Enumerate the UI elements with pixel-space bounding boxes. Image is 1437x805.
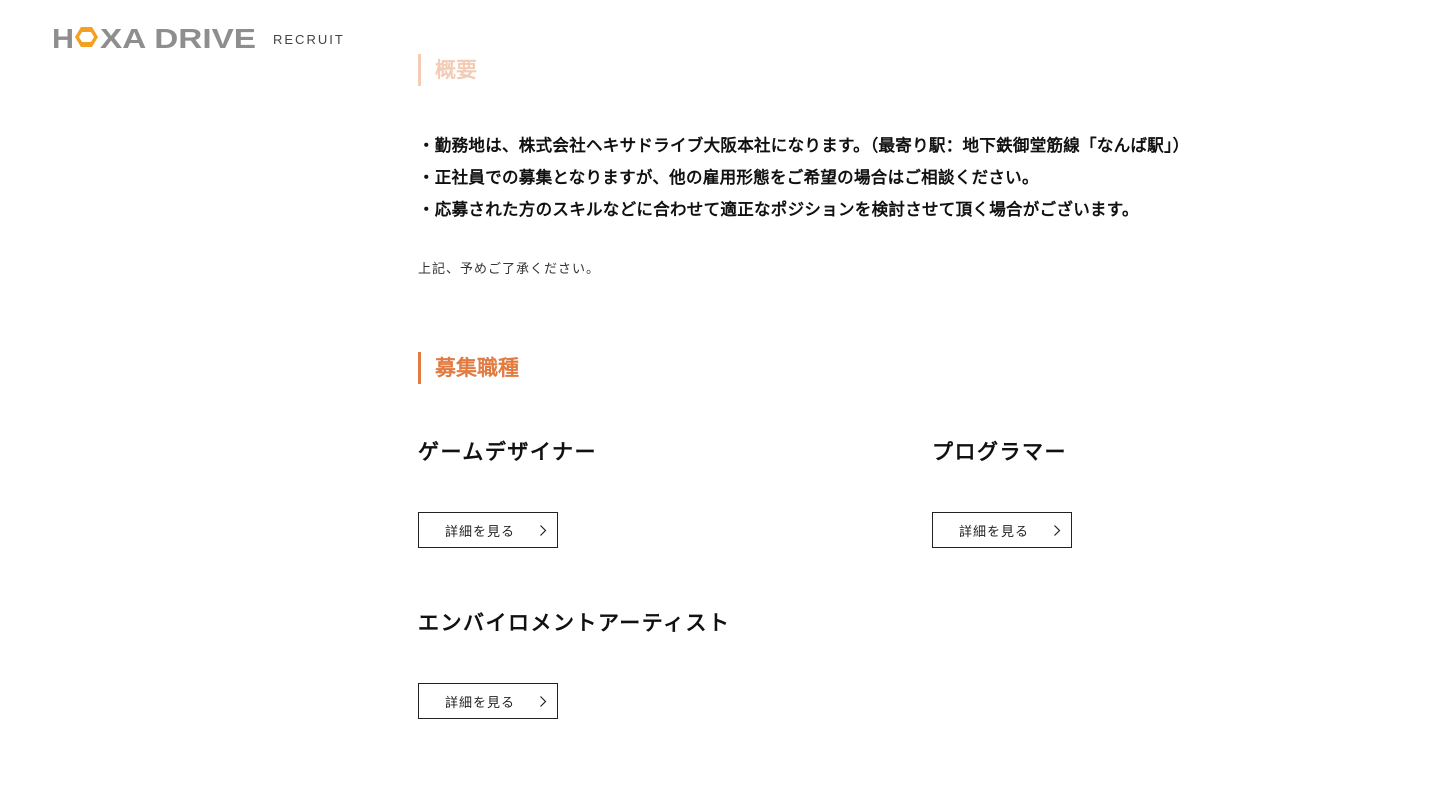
chevron-right-icon [540, 525, 547, 536]
overview-notes-list: ・勤務地は、株式会社ヘキサドライブ大阪本社になります。（最寄り駅：地下鉄御堂筋線… [418, 130, 1189, 226]
chevron-right-icon [1054, 525, 1061, 536]
overview-heading: 概要 [418, 54, 477, 86]
programmer-detail-button[interactable]: 詳細を見る [932, 512, 1072, 548]
job-title-environment-artist: エンバイロメントアーティスト [418, 611, 731, 635]
detail-button-label: 詳細を見る [958, 524, 1029, 540]
hexa-drive-logo-mark: H XA DRIVE [52, 23, 256, 54]
job-title-programmer: プログラマー [932, 440, 1067, 464]
site-logo[interactable]: H XA DRIVE RECRUIT [52, 22, 345, 54]
detail-button-label: 詳細を見る [444, 524, 515, 540]
chevron-right-icon [540, 696, 547, 707]
logo-recruit-label: RECRUIT [273, 31, 345, 47]
overview-note: ・正社員での募集となりますが、他の雇用形態をご希望の場合はご相談ください。 [418, 168, 1039, 187]
svg-text:H: H [52, 23, 74, 54]
job-title-game-designer: ゲームデザイナー [418, 440, 597, 464]
environment-artist-detail-button[interactable]: 詳細を見る [418, 683, 558, 719]
overview-note: ・勤務地は、株式会社ヘキサドライブ大阪本社になります。（最寄り駅：地下鉄御堂筋線… [418, 136, 1190, 155]
overview-caption: 上記、予めご了承ください。 [418, 262, 601, 277]
svg-text:XA DRIVE: XA DRIVE [100, 23, 256, 54]
positions-heading: 募集職種 [418, 352, 519, 384]
overview-note: ・応募された方のスキルなどに合わせて適正なポジションを検討させて頂く場合がござい… [418, 200, 1139, 219]
detail-button-label: 詳細を見る [444, 695, 515, 711]
game-designer-detail-button[interactable]: 詳細を見る [418, 512, 558, 548]
